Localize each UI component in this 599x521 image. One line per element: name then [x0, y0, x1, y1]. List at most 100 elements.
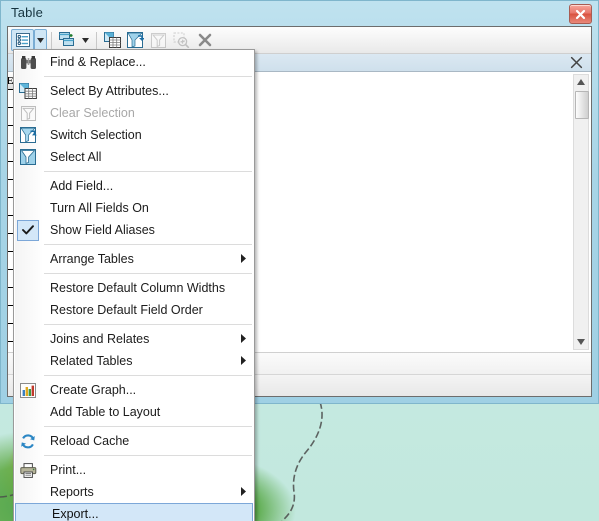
- submenu-arrow-icon: [241, 250, 246, 268]
- scroll-down-button[interactable]: [574, 335, 588, 349]
- menu-item-find-replace[interactable]: Find & Replace...: [14, 51, 254, 73]
- table-options-menu: Find & Replace... Select By Attributes...…: [13, 49, 255, 521]
- menu-item-restore-default-column-widths[interactable]: Restore Default Column Widths: [14, 277, 254, 299]
- close-icon: [575, 9, 586, 19]
- menu-separator: [44, 324, 252, 325]
- menu-item-icon-slot: [14, 197, 42, 219]
- printer-icon: [19, 462, 37, 478]
- menu-item-icon-slot: [14, 401, 42, 423]
- toolbar-separator: [51, 31, 52, 49]
- menu-item-label: Find & Replace...: [50, 55, 146, 69]
- clear-selection-icon: [20, 105, 36, 121]
- menu-separator: [44, 273, 252, 274]
- submenu-arrow-icon: [241, 483, 246, 501]
- menu-item-add-field[interactable]: Add Field...: [14, 175, 254, 197]
- menu-item-label: Turn All Fields On: [50, 201, 149, 215]
- menu-item-turn-all-fields-on[interactable]: Turn All Fields On: [14, 197, 254, 219]
- switch-selection-icon: [127, 32, 144, 48]
- related-tables-button[interactable]: [56, 29, 79, 51]
- window-title: Table: [11, 5, 44, 20]
- zoom-to-selected-icon: [173, 32, 190, 48]
- screen-root: Table E Find & Replace... Select By Attr…: [0, 0, 599, 521]
- menu-separator: [44, 171, 252, 172]
- menu-item-add-table-to-layout[interactable]: Add Table to Layout: [14, 401, 254, 423]
- menu-item-label: Clear Selection: [50, 106, 135, 120]
- table-options-icon: [15, 33, 30, 47]
- toolbar-separator: [96, 31, 97, 49]
- window-close-button[interactable]: [569, 4, 592, 24]
- menu-separator: [44, 455, 252, 456]
- chevron-down-icon: [82, 37, 89, 43]
- select-by-attributes-icon: [19, 83, 37, 99]
- caret-down-icon: [577, 339, 585, 345]
- menu-item-label: Arrange Tables: [50, 252, 134, 266]
- menu-item-icon-slot: [14, 277, 42, 299]
- close-table-icon[interactable]: [570, 56, 583, 69]
- menu-item-reports[interactable]: Reports: [14, 481, 254, 503]
- window-titlebar[interactable]: Table: [1, 1, 598, 26]
- menu-item-icon-slot: [14, 175, 42, 197]
- menu-item-export[interactable]: Export...: [15, 503, 253, 521]
- menu-separator: [44, 244, 252, 245]
- chevron-down-icon: [37, 37, 44, 43]
- menu-item-icon-slot: [14, 146, 42, 168]
- submenu-arrow-icon: [241, 330, 246, 348]
- refresh-icon: [20, 433, 36, 449]
- menu-item-label: Select All: [50, 150, 102, 164]
- menu-separator: [44, 375, 252, 376]
- clear-selection-button[interactable]: [147, 29, 170, 51]
- menu-item-icon-slot: [14, 299, 42, 321]
- switch-selection-icon: [19, 127, 37, 143]
- menu-item-restore-default-field-order[interactable]: Restore Default Field Order: [14, 299, 254, 321]
- menu-item-icon-slot: [14, 102, 42, 124]
- grid-vertical-scrollbar[interactable]: [573, 74, 589, 350]
- binoculars-icon: [20, 55, 37, 70]
- menu-item-related-tables[interactable]: Related Tables: [14, 350, 254, 372]
- menu-item-create-graph[interactable]: Create Graph...: [14, 379, 254, 401]
- zoom-to-selected-button[interactable]: [170, 29, 193, 51]
- menu-item-label: Restore Default Column Widths: [50, 281, 226, 295]
- menu-item-label: Show Field Aliases: [50, 223, 155, 237]
- menu-item-label: Reports: [50, 485, 94, 499]
- menu-item-label: Restore Default Field Order: [50, 303, 203, 317]
- select-by-attributes-button[interactable]: [101, 29, 124, 51]
- menu-item-icon-slot: [14, 51, 42, 73]
- menu-item-label: Print...: [50, 463, 87, 477]
- menu-item-icon-slot: [14, 379, 42, 401]
- menu-item-joins-and-relates[interactable]: Joins and Relates: [14, 328, 254, 350]
- menu-item-icon-slot: [14, 481, 42, 503]
- menu-separator: [44, 426, 252, 427]
- menu-item-reload-cache[interactable]: Reload Cache: [14, 430, 254, 452]
- menu-item-label: Add Table to Layout: [50, 405, 161, 419]
- menu-item-label: Reload Cache: [50, 434, 130, 448]
- menu-item-icon-slot: [14, 80, 42, 102]
- related-tables-icon: [58, 32, 74, 46]
- menu-item-icon-slot: [14, 350, 42, 372]
- menu-item-show-field-aliases[interactable]: Show Field Aliases: [14, 219, 254, 241]
- switch-selection-button[interactable]: [124, 29, 147, 51]
- menu-item-clear-selection: Clear Selection: [14, 102, 254, 124]
- menu-item-label: Related Tables: [50, 354, 133, 368]
- menu-item-icon-slot: [14, 248, 42, 270]
- checkbox-checked: [17, 219, 39, 241]
- table-options-button[interactable]: [11, 29, 34, 51]
- menu-separator: [44, 76, 252, 77]
- menu-item-label: Joins and Relates: [50, 332, 150, 346]
- menu-item-print[interactable]: Print...: [14, 459, 254, 481]
- menu-item-label: Add Field...: [50, 179, 114, 193]
- menu-item-arrange-tables[interactable]: Arrange Tables: [14, 248, 254, 270]
- caret-up-icon: [577, 79, 585, 85]
- table-options-dropdown[interactable]: [34, 29, 47, 51]
- checkmark-icon: [22, 225, 34, 235]
- select-by-attributes-icon: [104, 32, 121, 48]
- menu-item-select-by-attributes[interactable]: Select By Attributes...: [14, 80, 254, 102]
- scroll-up-button[interactable]: [574, 75, 588, 89]
- delete-selected-button[interactable]: [193, 29, 216, 51]
- menu-item-switch-selection[interactable]: Switch Selection: [14, 124, 254, 146]
- related-tables-dropdown[interactable]: [79, 29, 92, 51]
- menu-item-select-all[interactable]: Select All: [14, 146, 254, 168]
- menu-item-label: Select By Attributes...: [50, 84, 169, 98]
- menu-item-label: Export...: [52, 507, 99, 521]
- scrollbar-thumb[interactable]: [575, 91, 589, 119]
- menu-item-icon-slot: [14, 459, 42, 481]
